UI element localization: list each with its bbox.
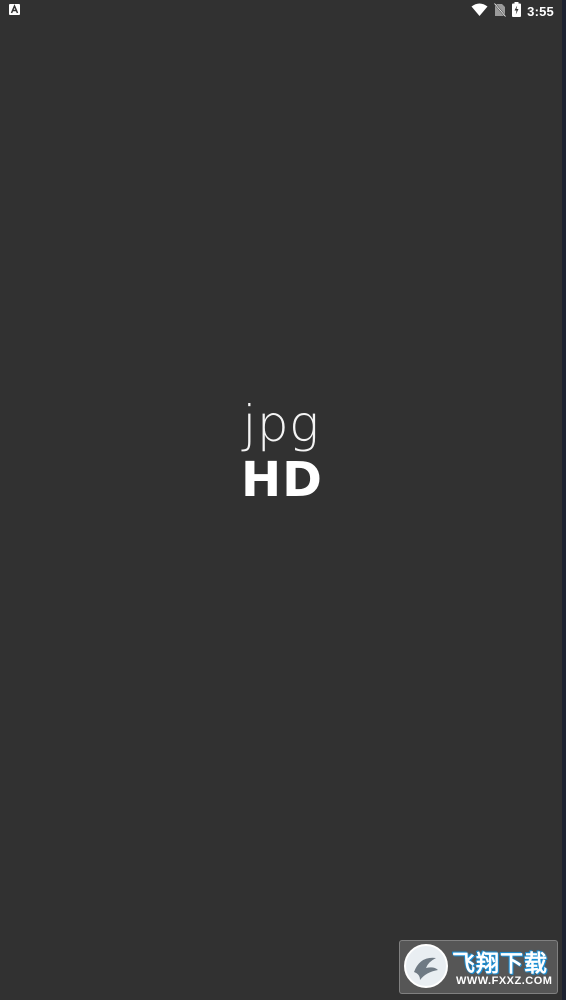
watermark-text: 飞翔下载 <box>452 951 548 977</box>
battery-charging-icon <box>512 2 522 20</box>
app-logo: jpg HD <box>0 395 562 507</box>
watermark-logo: 飞翔下载 WWW.FXXZ.COM <box>399 940 558 994</box>
watermark-emblem-icon <box>404 944 448 988</box>
status-time: 3:55 <box>527 3 554 19</box>
logo-text-jpg: jpg <box>242 395 320 453</box>
screen-edge <box>562 0 566 1000</box>
status-icons: 3:55 <box>471 2 554 20</box>
splash-screen: 3:55 jpg HD 飞翔下载 WWW.FXXZ.COM <box>0 0 566 1000</box>
notification-a-icon <box>9 4 20 15</box>
watermark-url: WWW.FXXZ.COM <box>456 975 553 987</box>
status-bar: 3:55 <box>0 0 562 22</box>
no-sim-icon <box>493 2 507 20</box>
wifi-icon <box>471 3 488 20</box>
logo-text-hd: HD <box>240 452 323 508</box>
